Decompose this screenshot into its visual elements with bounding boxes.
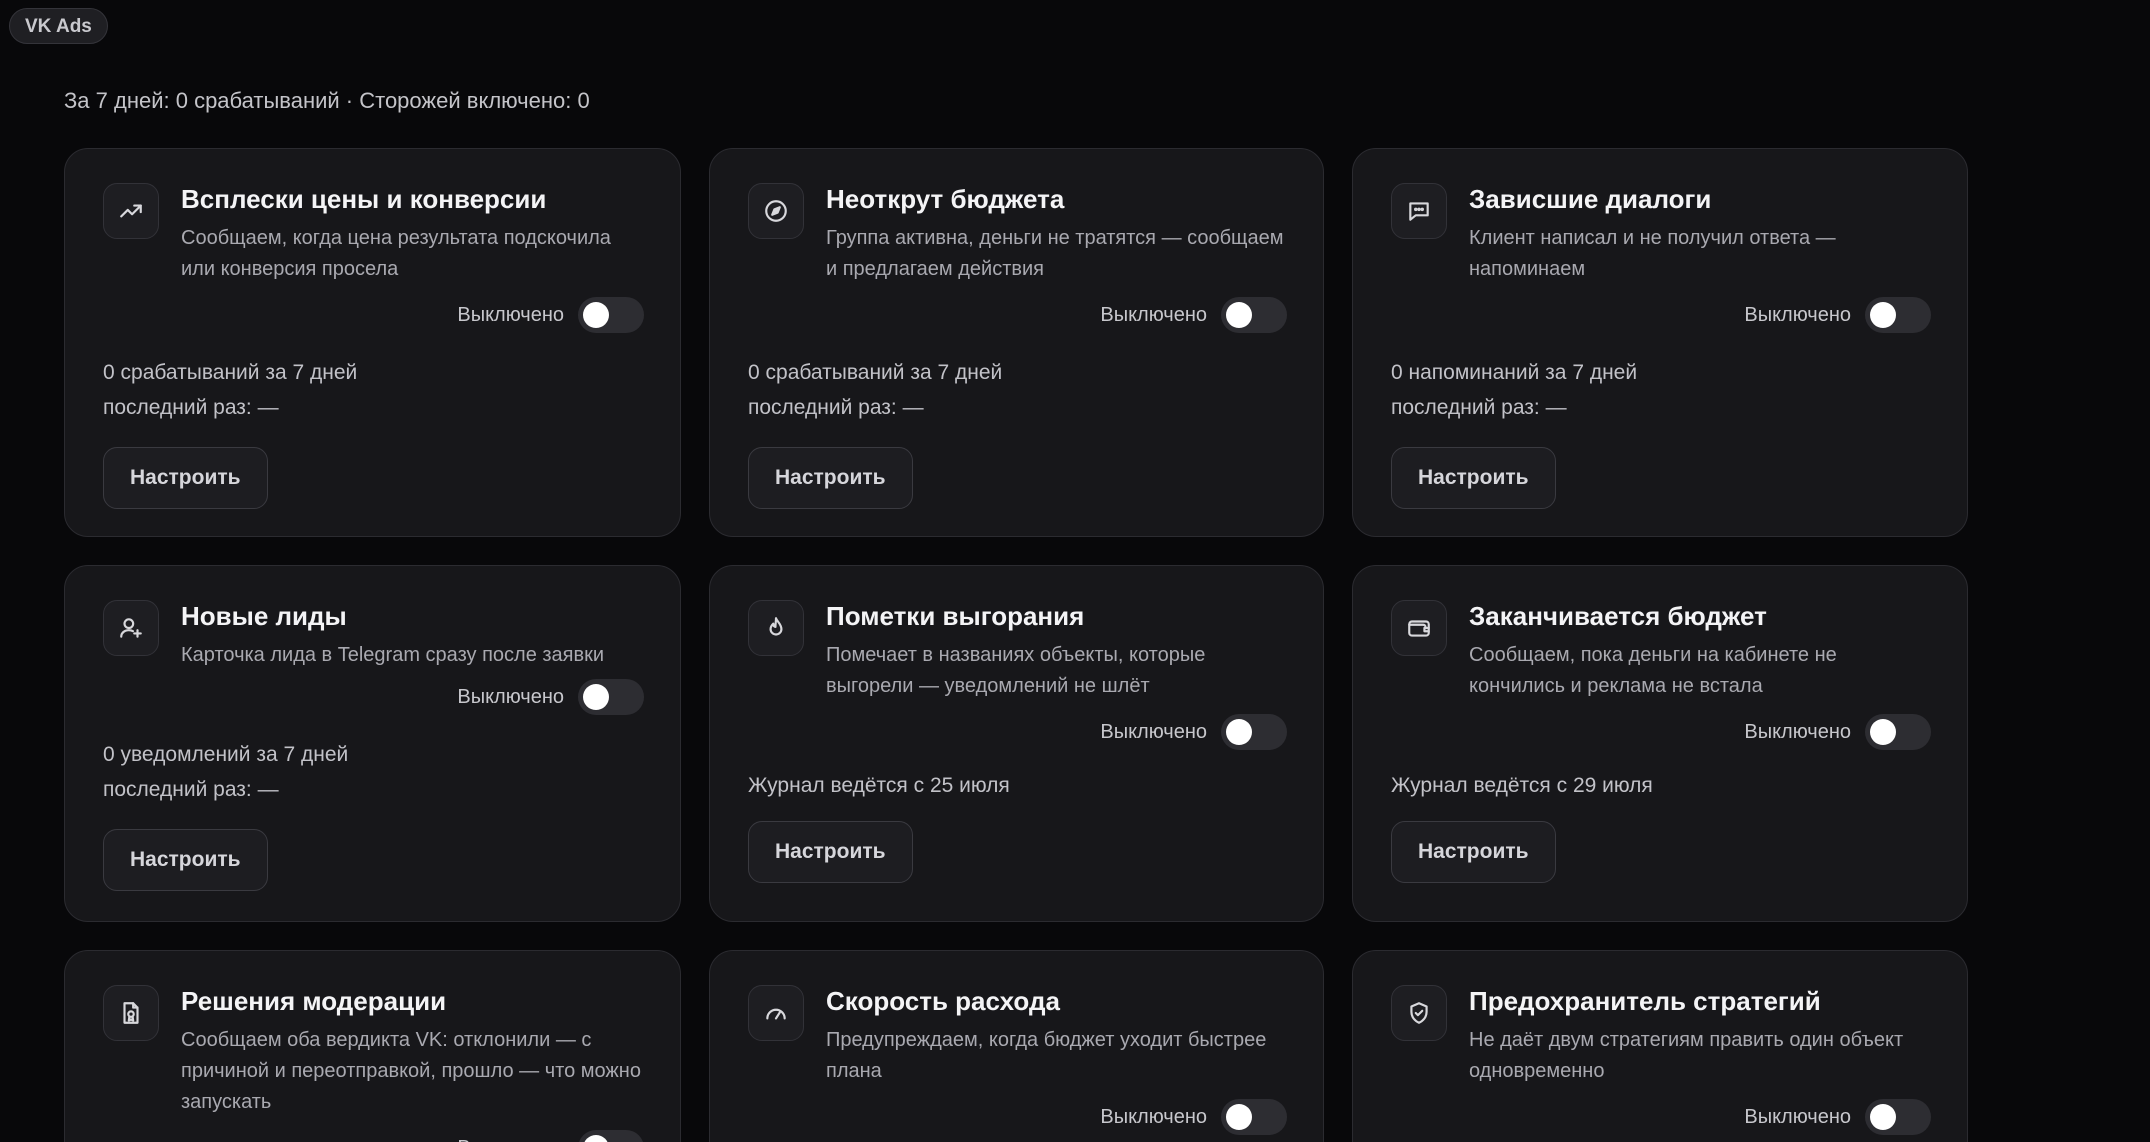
toggle-label: Выключено <box>1100 720 1207 743</box>
message-icon <box>1391 183 1447 239</box>
gauge-icon <box>748 985 804 1041</box>
card-stat-last: последний раз: — <box>103 778 279 801</box>
toggle-label: Выключено <box>1744 1105 1851 1128</box>
card-description: Карточка лида в Telegram сразу после зая… <box>181 644 605 666</box>
card-stat-last: последний раз: — <box>748 396 924 419</box>
card-title: Пометки выгорания <box>826 601 1085 631</box>
card-title: Предохранитель стратегий <box>1469 986 1821 1016</box>
card-title: Новые лиды <box>181 601 347 631</box>
enable-toggle[interactable] <box>1221 1099 1287 1135</box>
card-title: Заканчивается бюджет <box>1469 601 1767 631</box>
card-description: Помечает в названиях объекты, которые вы… <box>826 644 1206 697</box>
flame-icon <box>748 600 804 656</box>
card-description: Не даёт двум стратегиям править один объ… <box>1469 1029 1904 1082</box>
card-title: Зависшие диалоги <box>1469 184 1712 214</box>
wallet-icon <box>1391 600 1447 656</box>
card-stat-journal: Журнал ведётся с 25 июля <box>748 774 1010 797</box>
configure-button[interactable]: Настроить <box>748 447 913 509</box>
enable-toggle[interactable] <box>1221 297 1287 333</box>
card-stat-journal: Журнал ведётся с 29 июля <box>1391 774 1653 797</box>
watcher-card-spend-speed: Скорость расхода Предупреждаем, когда бю… <box>709 950 1324 1142</box>
watcher-card-budget-ending: Заканчивается бюджет Сообщаем, пока день… <box>1352 565 1968 922</box>
watcher-card-price-conversion-spikes: Всплески цены и конверсии Сообщаем, когд… <box>64 148 681 537</box>
card-stat-count: 0 напоминаний за 7 дней <box>1391 361 1638 384</box>
app-chip[interactable]: VK Ads <box>9 8 108 44</box>
configure-button[interactable]: Настроить <box>103 447 268 509</box>
toggle-label: Выключено <box>1744 303 1851 326</box>
enable-toggle[interactable] <box>1865 1099 1931 1135</box>
toggle-label: Выключено <box>457 303 564 326</box>
enable-toggle[interactable] <box>578 679 644 715</box>
toggle-label: Выключено <box>1100 303 1207 326</box>
card-description: Клиент написал и не получил ответа — нап… <box>1469 227 1836 280</box>
configure-button[interactable]: Настроить <box>748 821 913 883</box>
card-description: Сообщаем, пока деньги на кабинете не кон… <box>1469 644 1837 697</box>
summary-text: За 7 дней: 0 срабатываний · Сторожей вкл… <box>64 88 590 113</box>
watcher-card-budget-underspend: Неоткрут бюджета Группа активна, деньги … <box>709 148 1324 537</box>
configure-button[interactable]: Настроить <box>1391 821 1556 883</box>
enable-toggle[interactable] <box>578 297 644 333</box>
user-plus-icon <box>103 600 159 656</box>
card-stat-count: 0 срабатываний за 7 дней <box>103 361 358 384</box>
shield-check-icon <box>1391 985 1447 1041</box>
card-description: Сообщаем оба вердикта VK: отклонили — с … <box>181 1029 641 1113</box>
toggle-label: Выключено <box>457 1137 564 1142</box>
card-title: Всплески цены и конверсии <box>181 184 547 214</box>
enable-toggle[interactable] <box>578 1130 644 1142</box>
toggle-label: Выключено <box>1744 720 1851 743</box>
watcher-card-stale-dialogs: Зависшие диалоги Клиент написал и не пол… <box>1352 148 1968 537</box>
watcher-card-new-leads: Новые лиды Карточка лида в Telegram сраз… <box>64 565 681 922</box>
enable-toggle[interactable] <box>1221 714 1287 750</box>
toggle-label: Выключено <box>1100 1105 1207 1128</box>
card-stat-last: последний раз: — <box>103 396 279 419</box>
card-title: Решения модерации <box>181 986 447 1016</box>
card-description: Сообщаем, когда цена результата подскочи… <box>181 227 611 280</box>
watcher-card-moderation-decisions: Решения модерации Сообщаем оба вердикта … <box>64 950 681 1142</box>
configure-button[interactable]: Настроить <box>1391 447 1556 509</box>
card-description: Предупреждаем, когда бюджет уходит быстр… <box>826 1029 1267 1082</box>
watcher-card-burnout-marks: Пометки выгорания Помечает в названиях о… <box>709 565 1324 922</box>
trending-up-icon <box>103 183 159 239</box>
compass-icon <box>748 183 804 239</box>
card-stat-count: 0 уведомлений за 7 дней <box>103 743 349 766</box>
card-description: Группа активна, деньги не тратятся — соо… <box>826 227 1284 280</box>
watcher-card-strategy-guard: Предохранитель стратегий Не даёт двум ст… <box>1352 950 1968 1142</box>
card-stat-count: 0 срабатываний за 7 дней <box>748 361 1003 384</box>
toggle-label: Выключено <box>457 685 564 708</box>
page: VK Ads За 7 дней: 0 срабатываний · Сторо… <box>0 0 2150 1142</box>
configure-button[interactable]: Настроить <box>103 829 268 891</box>
enable-toggle[interactable] <box>1865 297 1931 333</box>
card-title: Скорость расхода <box>826 986 1060 1016</box>
file-badge-icon <box>103 985 159 1041</box>
card-stat-last: последний раз: — <box>1391 396 1567 419</box>
card-title: Неоткрут бюджета <box>826 184 1065 214</box>
enable-toggle[interactable] <box>1865 714 1931 750</box>
watchers-grid: Всплески цены и конверсии Сообщаем, когд… <box>64 148 1968 1142</box>
